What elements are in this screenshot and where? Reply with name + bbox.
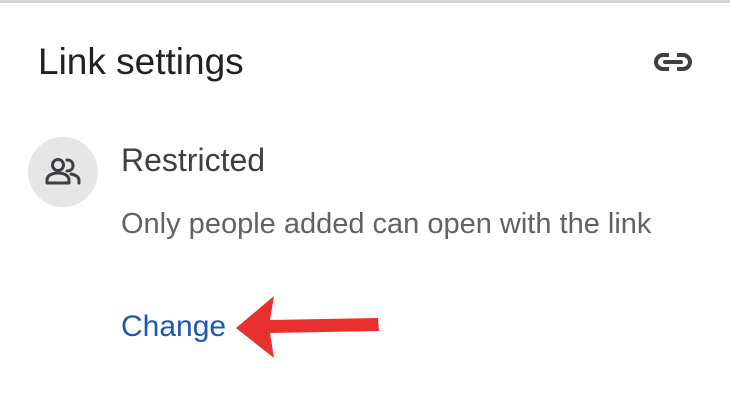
link-icon[interactable] <box>652 46 694 78</box>
access-level-title: Restricted <box>121 142 266 178</box>
access-avatar <box>28 137 98 207</box>
change-link[interactable]: Change <box>121 307 226 347</box>
page-title: Link settings <box>38 41 244 82</box>
red-arrow-icon <box>234 294 384 360</box>
people-icon <box>45 158 81 185</box>
access-description: Only people added can open with the link <box>121 208 652 240</box>
top-divider <box>0 0 730 3</box>
